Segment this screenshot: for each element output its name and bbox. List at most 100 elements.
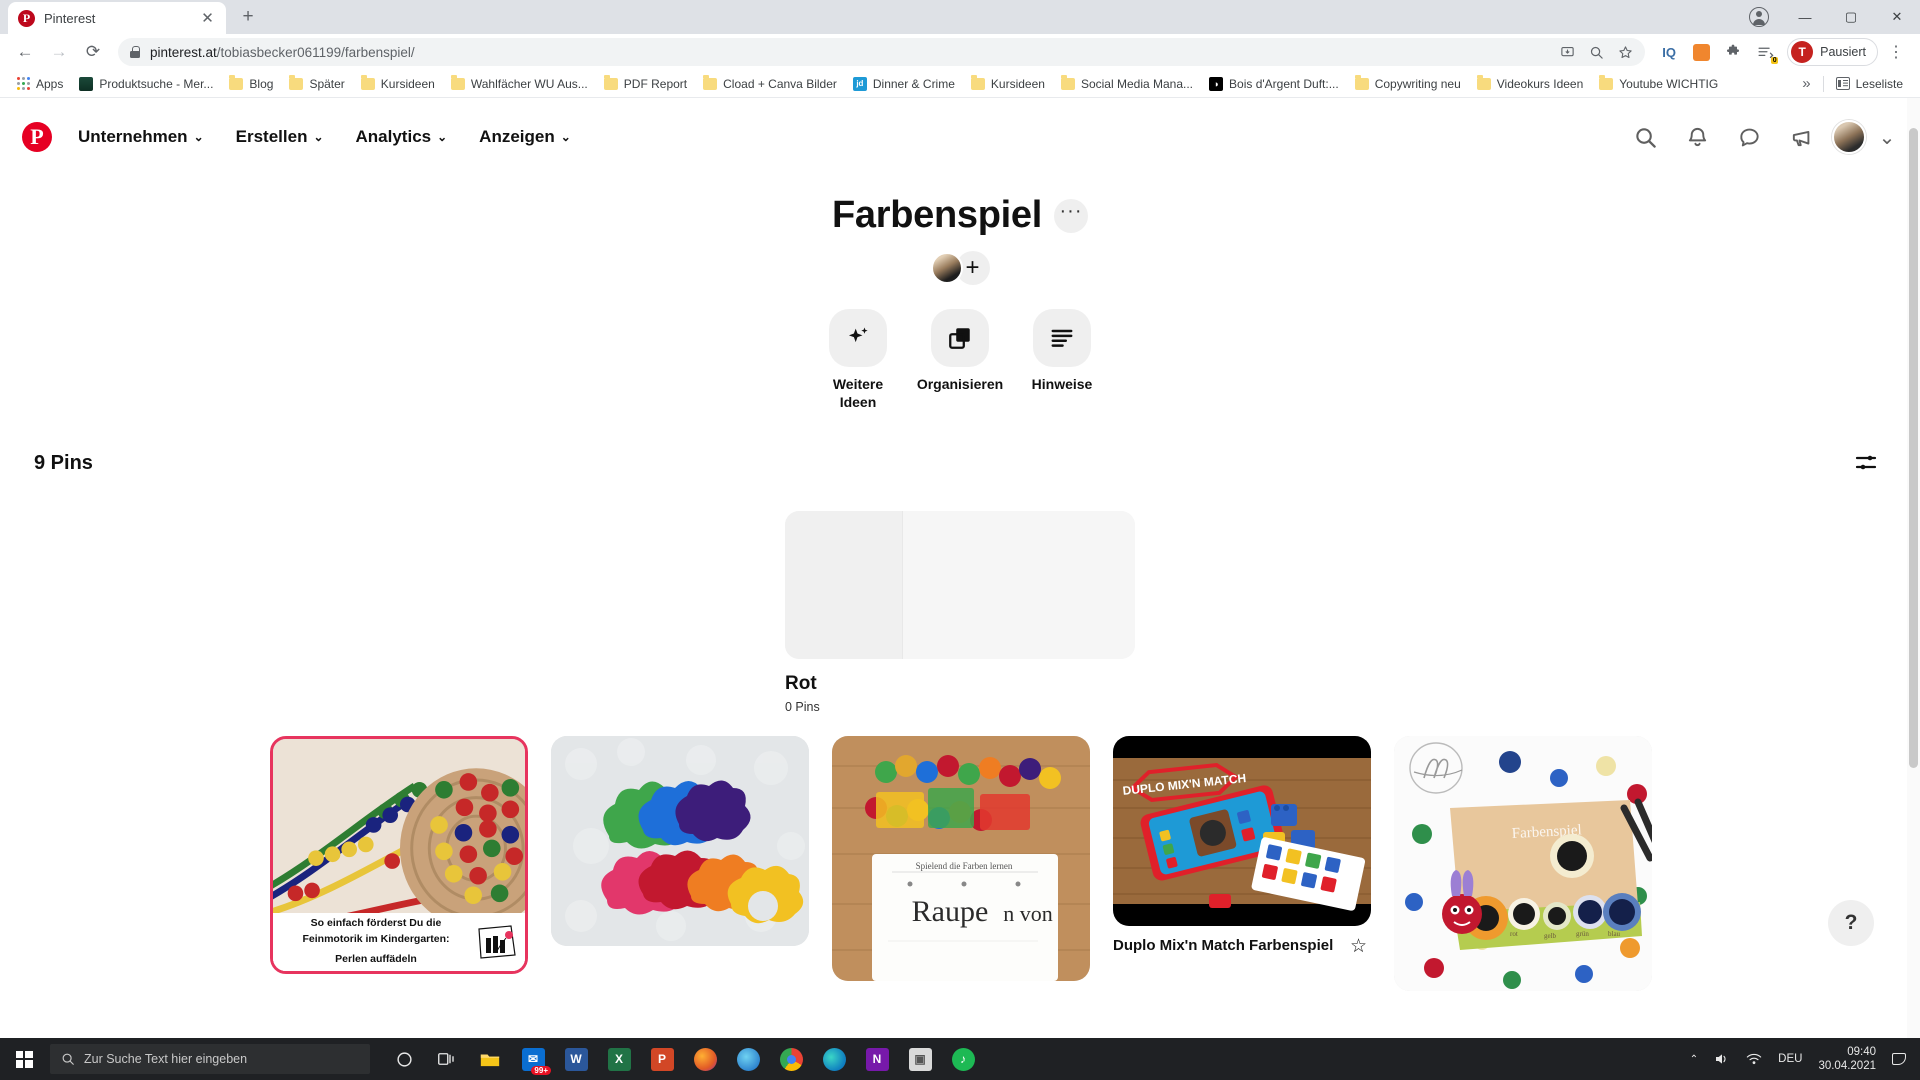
address-bar[interactable]: pinterest.at/tobiasbecker061199/farbensp… — [118, 38, 1646, 66]
install-app-icon[interactable] — [1560, 45, 1575, 60]
help-button[interactable]: ? — [1828, 900, 1874, 946]
file-explorer-icon[interactable] — [470, 1039, 510, 1079]
browser-menu-button[interactable]: ⋮ — [1882, 42, 1910, 62]
clock[interactable]: 09:40 30.04.2021 — [1818, 1045, 1876, 1074]
nav-erstellen[interactable]: Erstellen ⌄ — [222, 117, 338, 157]
bookmark-item[interactable]: Youtube WICHTIG — [1591, 75, 1726, 93]
nav-label: Unternehmen — [78, 127, 188, 146]
orange-extension-icon[interactable] — [1687, 38, 1715, 66]
board-section-card[interactable]: Rot 0 Pins — [785, 511, 1135, 714]
board-options-button[interactable]: ··· — [1054, 198, 1088, 233]
search-icon[interactable] — [1624, 116, 1666, 158]
pinterest-logo[interactable]: P — [22, 122, 52, 152]
action-hinweise[interactable]: Hinweise — [1018, 309, 1106, 394]
folder-icon — [603, 75, 618, 90]
bookmark-item[interactable]: Blog — [221, 75, 281, 93]
cortana-icon[interactable] — [384, 1039, 424, 1079]
back-button[interactable]: ← — [10, 37, 40, 67]
volume-icon[interactable] — [1714, 1052, 1730, 1066]
avatar[interactable] — [1832, 120, 1866, 154]
pin-card[interactable]: DUPLO MIX'N MATCH Duplo Mix'n Match Farb… — [1113, 736, 1371, 958]
browser-tab[interactable]: P Pinterest ✕ — [8, 2, 226, 34]
close-icon[interactable]: ✕ — [199, 11, 216, 26]
firefox-icon[interactable] — [685, 1039, 725, 1079]
word-icon[interactable]: W — [556, 1039, 596, 1079]
edge-icon[interactable] — [814, 1039, 854, 1079]
svg-text:Raupe: Raupe — [912, 895, 989, 928]
onenote-icon[interactable]: N — [857, 1039, 897, 1079]
collaborator-avatar[interactable] — [930, 252, 963, 284]
bookmark-item[interactable]: Kursideen — [353, 75, 443, 93]
bookmark-apps[interactable]: Apps — [9, 75, 71, 93]
start-button[interactable] — [0, 1038, 48, 1080]
scrollbar-thumb[interactable] — [1909, 128, 1918, 768]
forward-button[interactable]: → — [44, 37, 74, 67]
extension-badge: 0 — [1771, 57, 1779, 64]
chevron-down-icon[interactable]: ⌄ — [1876, 116, 1898, 158]
brand-logo-icon — [478, 925, 516, 959]
bookmark-label: Dinner & Crime — [872, 76, 955, 91]
chrome-icon[interactable] — [771, 1039, 811, 1079]
minimize-button[interactable]: — — [1782, 0, 1828, 34]
dior-icon: ◑ — [1209, 76, 1224, 91]
bookmark-item[interactable]: Produktsuche - Mer... — [71, 75, 221, 93]
task-view-icon[interactable] — [427, 1039, 467, 1079]
reading-list-button[interactable]: Leseliste — [1828, 75, 1911, 93]
nav-unternehmen[interactable]: Unternehmen ⌄ — [64, 117, 218, 157]
bookmark-label: Bois d'Argent Duft:... — [1229, 76, 1339, 91]
spotify-icon[interactable]: ♪ — [943, 1039, 983, 1079]
nav-analytics[interactable]: Analytics ⌄ — [342, 117, 462, 157]
account-chip[interactable]: T Pausiert — [1787, 38, 1878, 66]
zoom-icon[interactable] — [1589, 45, 1604, 60]
bookmark-label: Youtube WICHTIG — [1619, 76, 1719, 91]
pin-card[interactable]: Spielend die Farben lernen Raupe n von — [832, 736, 1090, 981]
bookmark-item[interactable]: Später — [281, 75, 352, 93]
megaphone-icon[interactable] — [1780, 116, 1822, 158]
iq-extension-icon[interactable]: IQ — [1655, 38, 1683, 66]
bookmark-item[interactable]: Social Media Mana... — [1053, 75, 1201, 93]
bookmark-item[interactable]: jd Dinner & Crime — [845, 75, 963, 93]
pin-card[interactable]: Farbenspiel rot gelb grün blau — [1394, 736, 1652, 991]
bookmarks-overflow-button[interactable]: » — [1794, 75, 1818, 92]
pin-card[interactable]: So einfach förderst Du die Feinmotorik i… — [270, 736, 528, 974]
list-extension-icon[interactable]: 0 — [1751, 38, 1779, 66]
star-icon[interactable] — [1618, 45, 1633, 60]
bookmark-item[interactable]: Kursideen — [963, 75, 1053, 93]
chat-icon[interactable] — [1728, 116, 1770, 158]
nav-anzeigen[interactable]: Anzeigen ⌄ — [465, 117, 585, 157]
window-controls: — ▢ ✕ — [1736, 0, 1920, 34]
window-close-button[interactable]: ✕ — [1874, 0, 1920, 34]
maximize-button[interactable]: ▢ — [1828, 0, 1874, 34]
new-tab-button[interactable]: + — [232, 1, 264, 33]
folder-icon — [360, 75, 375, 90]
pin-card[interactable] — [551, 736, 809, 946]
bookmark-item[interactable]: Cload + Canva Bilder — [695, 75, 845, 93]
profile-icon[interactable] — [1736, 0, 1782, 34]
puzzle-extension-icon[interactable] — [1719, 38, 1747, 66]
reload-button[interactable]: ⟳ — [78, 37, 108, 67]
browser-icon[interactable] — [728, 1039, 768, 1079]
svg-text:rot: rot — [1510, 930, 1518, 938]
notification-icon[interactable] — [1892, 1053, 1906, 1065]
mail-icon[interactable]: ✉ 99+ — [513, 1039, 553, 1079]
bookmark-item[interactable]: Videokurs Ideen — [1469, 75, 1592, 93]
collaborators: + — [0, 251, 1920, 285]
bookmark-item[interactable]: ◑ Bois d'Argent Duft:... — [1201, 75, 1347, 93]
scrollbar-track[interactable] — [1907, 98, 1920, 1038]
favorite-star-icon[interactable]: ☆ — [1350, 935, 1367, 958]
powerpoint-icon[interactable]: P — [642, 1039, 682, 1079]
network-icon[interactable] — [1746, 1052, 1762, 1066]
taskbar-search[interactable]: Zur Suche Text hier eingeben — [50, 1044, 370, 1074]
bell-icon[interactable] — [1676, 116, 1718, 158]
bookmark-item[interactable]: PDF Report — [596, 75, 695, 93]
bookmark-item[interactable]: Copywriting neu — [1347, 75, 1469, 93]
excel-icon[interactable]: X — [599, 1039, 639, 1079]
tray-expand-icon[interactable]: ⌃ — [1690, 1054, 1698, 1065]
action-organisieren[interactable]: Organisieren — [916, 309, 1004, 394]
bookmark-item[interactable]: Wahlfächer WU Aus... — [443, 75, 596, 93]
language-indicator[interactable]: DEU — [1778, 1053, 1802, 1065]
action-weitere-ideen[interactable]: Weitere Ideen — [814, 309, 902, 411]
filter-sliders-icon[interactable] — [1846, 443, 1886, 483]
photos-icon[interactable]: ▣ — [900, 1039, 940, 1079]
folder-icon — [450, 75, 465, 90]
